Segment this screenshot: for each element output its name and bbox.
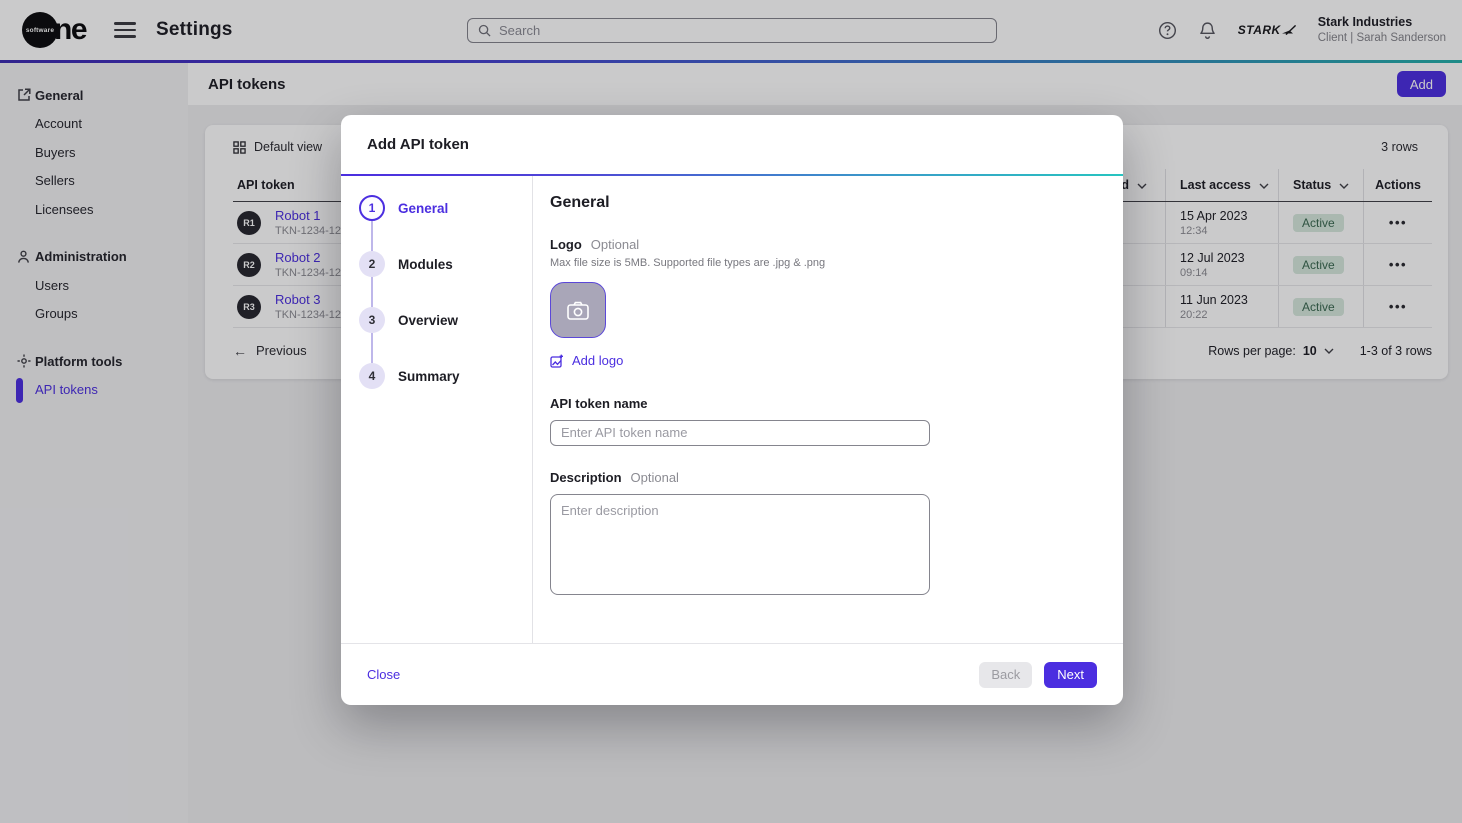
step-label: General xyxy=(398,201,448,216)
logo-label: Logo xyxy=(550,237,582,252)
add-image-icon xyxy=(550,354,564,368)
modal-title: Add API token xyxy=(341,115,1123,174)
close-button[interactable]: Close xyxy=(367,667,400,682)
step-label: Modules xyxy=(398,257,453,272)
step-connector xyxy=(371,333,373,363)
add-api-token-modal: Add API token 1 General 2 Modules 3 Over… xyxy=(341,115,1123,705)
step-modules[interactable]: 2 Modules xyxy=(359,251,532,277)
back-button[interactable]: Back xyxy=(979,662,1032,688)
logo-hint: Max file size is 5MB. Supported file typ… xyxy=(550,257,1093,269)
step-label: Overview xyxy=(398,313,458,328)
description-textarea[interactable] xyxy=(550,494,930,595)
modal-footer: Close Back Next xyxy=(341,643,1123,705)
api-token-name-label: API token name xyxy=(550,396,1093,411)
step-number: 1 xyxy=(359,195,385,221)
add-logo-label: Add logo xyxy=(572,353,623,368)
api-token-name-input[interactable] xyxy=(550,420,930,446)
general-step-form: General Logo Optional Max file size is 5… xyxy=(533,176,1123,643)
step-connector xyxy=(371,277,373,307)
wizard-stepper: 1 General 2 Modules 3 Overview 4 Summary xyxy=(341,176,533,643)
description-label: Description xyxy=(550,470,622,485)
step-summary[interactable]: 4 Summary xyxy=(359,363,532,389)
step-number: 2 xyxy=(359,251,385,277)
form-heading: General xyxy=(550,194,1093,212)
description-optional-tag: Optional xyxy=(631,470,679,485)
step-overview[interactable]: 3 Overview xyxy=(359,307,532,333)
step-number: 3 xyxy=(359,307,385,333)
step-general[interactable]: 1 General xyxy=(359,195,532,221)
camera-icon xyxy=(567,301,589,320)
step-connector xyxy=(371,221,373,251)
add-logo-button[interactable]: Add logo xyxy=(550,353,623,368)
logo-optional-tag: Optional xyxy=(591,237,639,252)
step-number: 4 xyxy=(359,363,385,389)
logo-upload-placeholder[interactable] xyxy=(550,282,606,338)
step-label: Summary xyxy=(398,369,460,384)
next-button[interactable]: Next xyxy=(1044,662,1097,688)
